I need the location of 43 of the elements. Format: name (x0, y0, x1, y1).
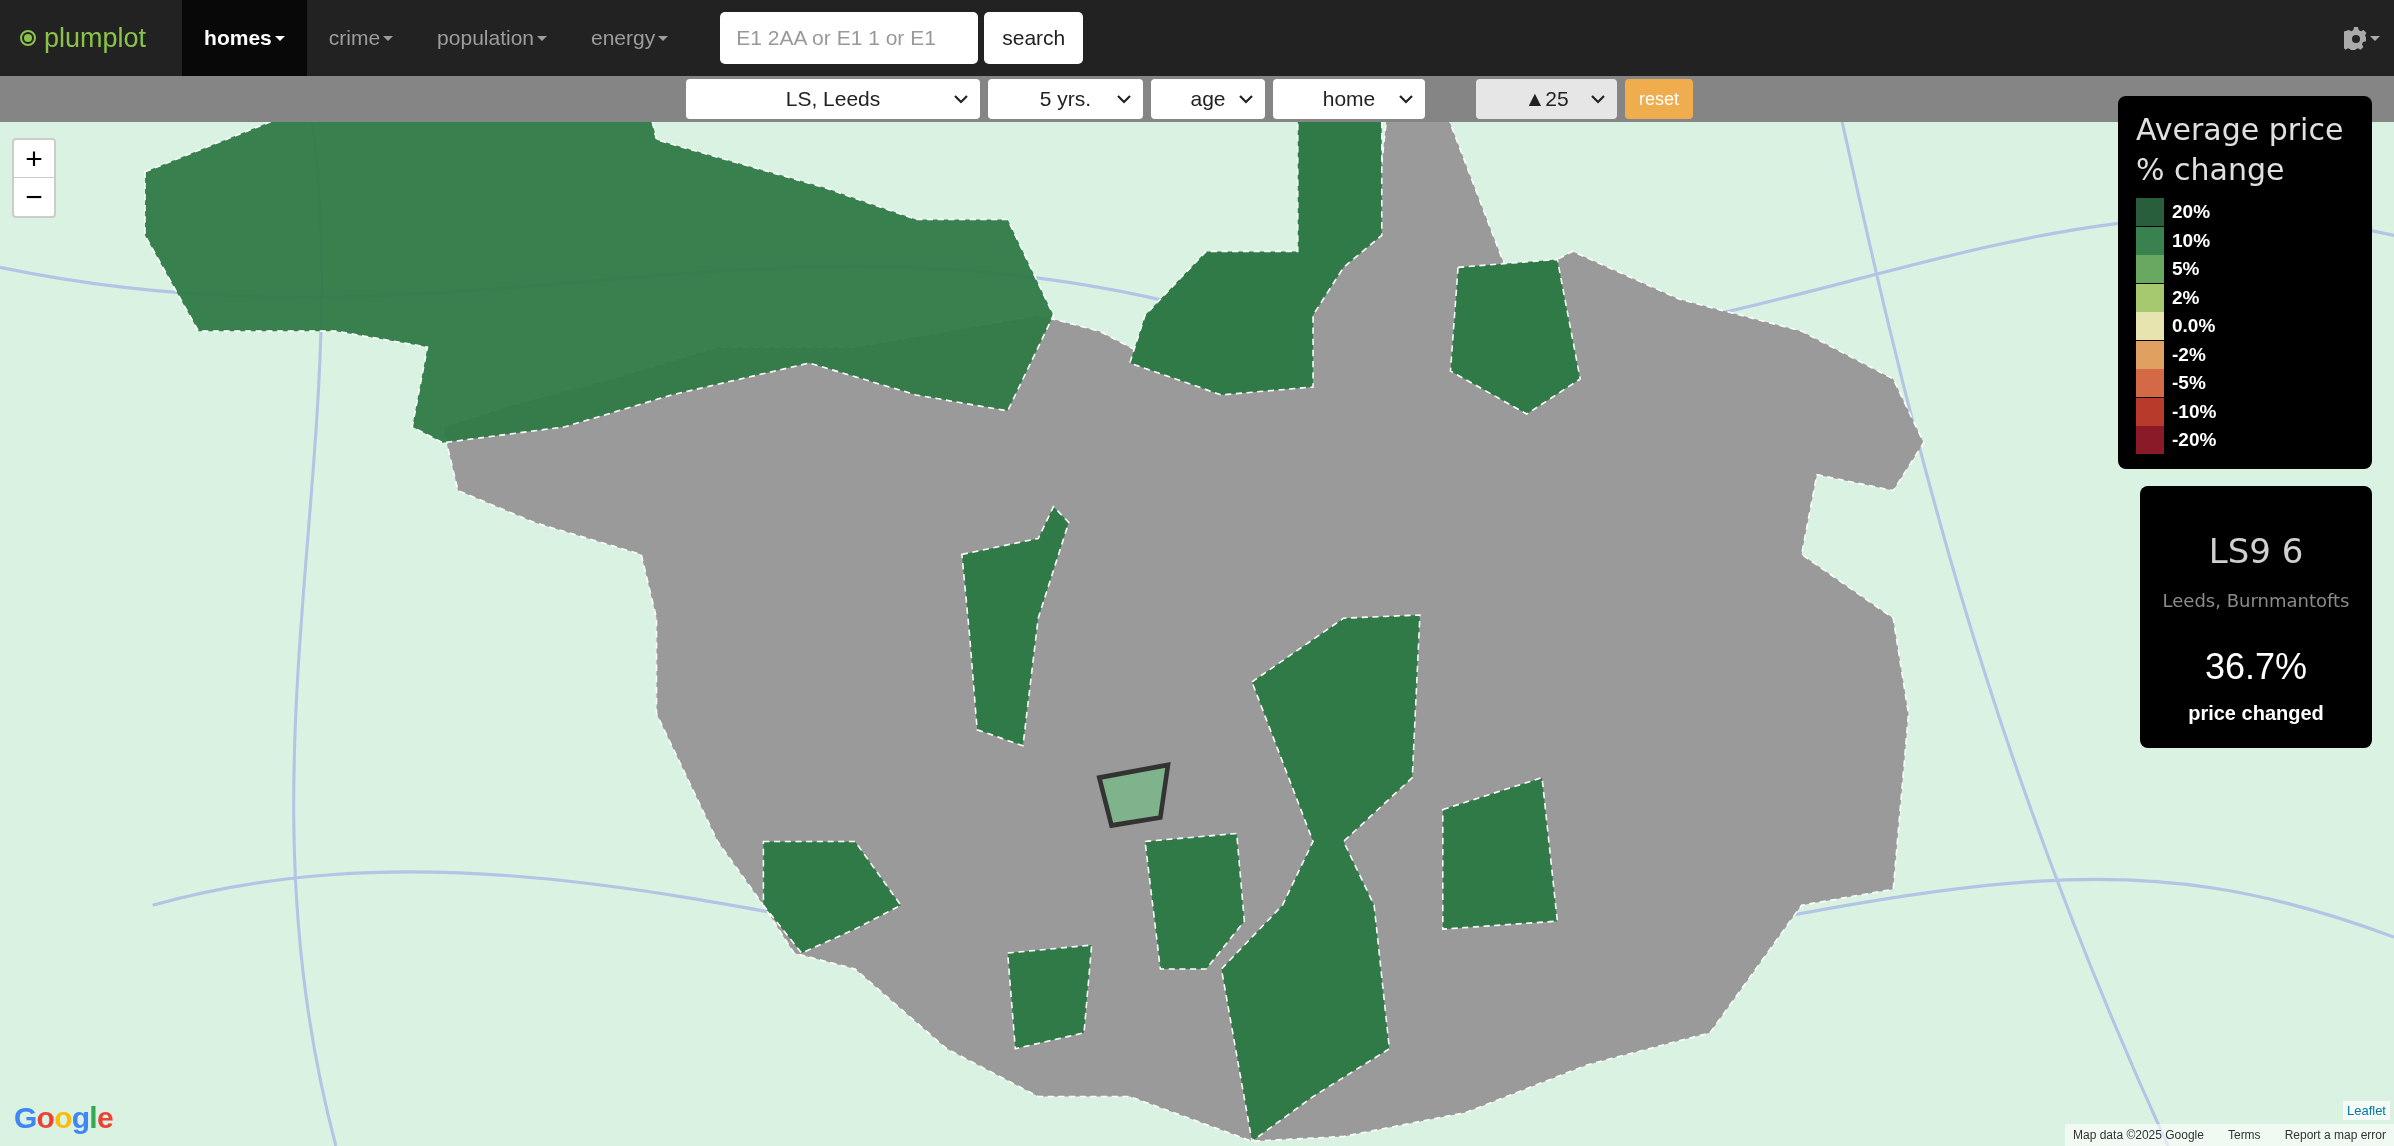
legend-title: Average price % change (2136, 111, 2345, 189)
settings-icon[interactable] (2344, 26, 2380, 50)
filter-select[interactable]: age (1151, 79, 1265, 119)
caret-icon (537, 35, 547, 41)
nav-menu-tab[interactable]: energy (569, 0, 691, 76)
legend-label: 20% (2172, 200, 2211, 224)
chevron-down-icon (954, 94, 968, 104)
nav-menu-tab[interactable]: population (415, 0, 569, 76)
legend-label: -20% (2172, 428, 2217, 452)
legend-label: -10% (2172, 399, 2217, 424)
search-button[interactable]: search (984, 12, 1084, 64)
attribution-link[interactable]: Terms (2227, 1126, 2261, 1144)
chevron-down-icon (1399, 94, 1413, 104)
rank-select[interactable]: ▲25 (1476, 79, 1617, 119)
logo-link[interactable]: plumplot (44, 17, 147, 59)
zoom-out-button[interactable]: − (14, 178, 54, 216)
caret-icon (383, 35, 394, 41)
chevron-down-icon (1239, 94, 1253, 104)
area-name: Leeds, Burnmantofts (2162, 589, 2350, 613)
caret-icon (658, 35, 669, 41)
legend-label: -2% (2172, 342, 2206, 367)
filter-select[interactable]: home (1273, 79, 1425, 119)
filter-select[interactable]: 5 yrs. (988, 79, 1143, 119)
map-data-text: Map data ©2025 Google (2073, 1127, 2204, 1144)
logo-icon (20, 30, 36, 46)
nav-menu-tab[interactable]: homes (182, 0, 307, 76)
search-field[interactable]: E1 2AA or E1 1 or E1 (720, 12, 979, 64)
price-change-value: 36.7% (2204, 645, 2308, 689)
chevron-down-icon (1117, 94, 1131, 104)
google-logo: Google (14, 1100, 113, 1136)
postcode-title: LS9 6 (2208, 530, 2304, 573)
nav-menu-tab[interactable]: crime (306, 0, 416, 76)
zoom-in-button[interactable]: + (14, 140, 54, 178)
legend-label: 2% (2172, 285, 2200, 310)
legend-label: 0.0% (2172, 314, 2216, 338)
price-change-caption: price changed (2188, 701, 2324, 726)
filter-select[interactable]: LS, Leeds (686, 79, 980, 119)
legend-label: 10% (2172, 228, 2211, 253)
attribution-link[interactable]: Report a map error (2284, 1126, 2386, 1144)
chevron-down-icon (1591, 94, 1605, 104)
legend-label: 5% (2172, 257, 2200, 281)
legend-label: -5% (2172, 371, 2206, 395)
caret-icon (274, 35, 285, 41)
